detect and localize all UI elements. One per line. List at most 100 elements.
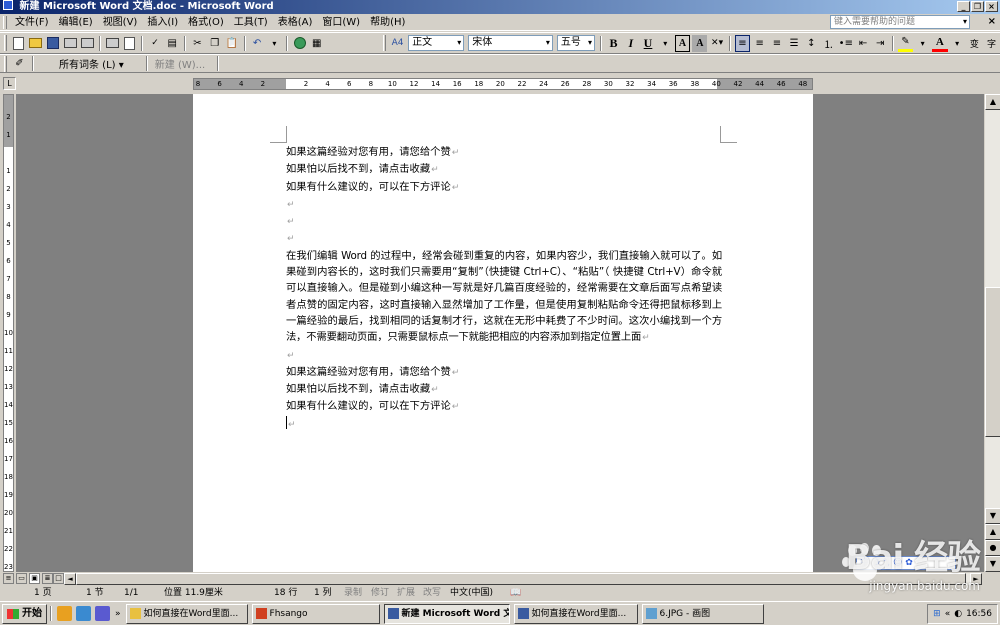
- bold-button[interactable]: B: [606, 35, 621, 52]
- tables-borders-button[interactable]: ▦: [309, 35, 324, 52]
- spelling-status-icon[interactable]: 📖: [510, 586, 521, 601]
- chevron-down-icon[interactable]: ▾: [963, 16, 967, 28]
- web-layout-button[interactable]: ▭: [16, 573, 27, 584]
- toolbar-grip[interactable]: [383, 35, 386, 51]
- next-page-button[interactable]: ▼: [985, 556, 1000, 572]
- line-spacing-button[interactable]: ↕: [804, 35, 819, 52]
- reading-layout-button[interactable]: □: [53, 573, 64, 584]
- toolbar-grip[interactable]: [4, 35, 7, 51]
- menu-insert[interactable]: 插入(I): [142, 15, 183, 30]
- task-button[interactable]: 如何直接在Word里面...: [125, 603, 248, 624]
- align-right-button[interactable]: ≡: [769, 35, 784, 52]
- save-button[interactable]: [45, 35, 60, 52]
- print-layout-button[interactable]: ▣: [29, 573, 40, 584]
- new-document-button[interactable]: [11, 35, 26, 52]
- increase-indent-button[interactable]: ⇥: [873, 35, 888, 52]
- print-preview-button[interactable]: [122, 35, 137, 52]
- clock[interactable]: 16:56: [966, 605, 992, 623]
- autotext-button[interactable]: ✐: [11, 55, 28, 72]
- document-page[interactable]: 如果这篇经验对您有用，请您给个赞↵ 如果怕以后找不到，请点击收藏↵ 如果有什么建…: [193, 94, 813, 572]
- close-document-icon[interactable]: ×: [988, 16, 996, 27]
- font-select[interactable]: 宋体 ▾: [468, 35, 553, 51]
- styles-formatting-button[interactable]: A4: [390, 35, 405, 52]
- menu-format[interactable]: 格式(O): [183, 15, 229, 30]
- horizontal-ruler[interactable]: 8 6 4 2 2 4 6 8 10 12 14 16 18 20 22 24 26 28 30 32 34 36 38 40…: [193, 78, 813, 90]
- paste-button[interactable]: 📋: [224, 35, 239, 52]
- quicklaunch-browser-icon[interactable]: [57, 606, 72, 621]
- align-center-button[interactable]: ≡: [752, 35, 767, 52]
- status-overtype[interactable]: 改写: [423, 586, 441, 601]
- enclose-char-button[interactable]: 字: [984, 35, 999, 52]
- italic-button[interactable]: I: [623, 35, 638, 52]
- decrease-indent-button[interactable]: ⇤: [855, 35, 870, 52]
- volume-icon[interactable]: ◐: [954, 605, 962, 623]
- outline-view-button[interactable]: ≣: [42, 573, 53, 584]
- vertical-scrollbar[interactable]: ▲ ▼ ▲ ● ▼: [984, 94, 1000, 572]
- email-button[interactable]: [80, 35, 95, 52]
- bullets-button[interactable]: •≡: [838, 35, 853, 52]
- menu-tools[interactable]: 工具(T): [229, 15, 273, 30]
- task-button[interactable]: Fhsango: [251, 603, 380, 624]
- highlight-button[interactable]: ✎: [897, 35, 914, 52]
- undo-button[interactable]: ↶: [250, 35, 265, 52]
- menu-help[interactable]: 帮助(H): [365, 15, 410, 30]
- open-button[interactable]: [28, 35, 43, 52]
- status-extend[interactable]: 扩展: [397, 586, 415, 601]
- scroll-left-button[interactable]: ◄: [64, 573, 76, 585]
- show-hidden-icons[interactable]: «: [945, 605, 951, 623]
- vertical-ruler[interactable]: 2112345678910111213141516171819202122232…: [0, 94, 17, 625]
- toolbar-grip[interactable]: [4, 55, 7, 72]
- normal-view-button[interactable]: ≡: [3, 573, 14, 584]
- minimize-button[interactable]: _: [957, 1, 970, 12]
- network-icon[interactable]: ⊞: [933, 605, 941, 623]
- char-scaling-button[interactable]: ✕▾: [709, 35, 724, 52]
- menu-view[interactable]: 视图(V): [98, 15, 143, 30]
- style-select[interactable]: 正文 ▾: [408, 35, 465, 51]
- research-button[interactable]: ▤: [165, 35, 180, 52]
- document-text[interactable]: 如果这篇经验对您有用，请您给个赞↵ 如果怕以后找不到，请点击收藏↵ 如果有什么建…: [286, 144, 722, 433]
- quicklaunch-ie-icon[interactable]: [76, 606, 91, 621]
- font-color-dropdown[interactable]: ▾: [950, 35, 965, 52]
- previous-page-button[interactable]: ▲: [985, 524, 1000, 540]
- distributed-button[interactable]: ☰: [787, 35, 802, 52]
- align-justify-button[interactable]: ≡: [734, 34, 751, 52]
- permission-button[interactable]: [63, 35, 78, 52]
- status-track-changes[interactable]: 修订: [371, 586, 389, 601]
- font-color-button[interactable]: A: [932, 35, 948, 52]
- copy-button[interactable]: ❐: [207, 35, 222, 52]
- close-button[interactable]: ×: [985, 1, 998, 12]
- tab-selector[interactable]: L: [3, 77, 16, 90]
- new-entry-button[interactable]: 新建 (W)...: [155, 56, 205, 71]
- restore-button[interactable]: ❐: [971, 1, 984, 12]
- quicklaunch-more-icon[interactable]: »: [115, 609, 121, 619]
- horizontal-scrollbar-thumb[interactable]: [76, 573, 966, 585]
- print-button[interactable]: [105, 35, 120, 52]
- scroll-up-button[interactable]: ▲: [985, 94, 1000, 110]
- quicklaunch-desktop-icon[interactable]: [95, 606, 110, 621]
- task-button[interactable]: 如何直接在Word里面...: [513, 603, 638, 624]
- underline-dropdown[interactable]: ▾: [658, 35, 673, 52]
- char-shading-button[interactable]: A: [692, 34, 708, 52]
- highlight-dropdown[interactable]: ▾: [915, 35, 930, 52]
- spelling-button[interactable]: ✓: [147, 35, 162, 52]
- word-app-icon[interactable]: [3, 0, 13, 10]
- numbering-button[interactable]: ⒈: [821, 35, 836, 52]
- task-button-active[interactable]: 新建 Microsoft Word 文...: [383, 603, 510, 624]
- char-border-button[interactable]: A: [674, 34, 691, 52]
- start-button[interactable]: 开始: [2, 603, 47, 624]
- hyperlink-button[interactable]: [292, 35, 307, 52]
- all-entries-menu[interactable]: 所有词条 (L) ▾: [59, 56, 124, 71]
- undo-dropdown[interactable]: ▾: [267, 35, 282, 52]
- help-search-input[interactable]: 键入需要帮助的问题 ▾: [830, 15, 970, 29]
- menu-window[interactable]: 窗口(W): [317, 15, 365, 30]
- phonetic-guide-button[interactable]: 变: [967, 35, 982, 52]
- status-record[interactable]: 录制: [344, 586, 362, 601]
- underline-button[interactable]: U: [640, 35, 655, 52]
- scroll-down-button[interactable]: ▼: [985, 508, 1000, 524]
- menu-file[interactable]: 文件(F): [10, 15, 54, 30]
- scrollbar-thumb[interactable]: [985, 287, 1000, 437]
- menu-grip[interactable]: [3, 15, 7, 29]
- cut-button[interactable]: ✂: [190, 35, 205, 52]
- menu-table[interactable]: 表格(A): [273, 15, 318, 30]
- menu-edit[interactable]: 编辑(E): [54, 15, 98, 30]
